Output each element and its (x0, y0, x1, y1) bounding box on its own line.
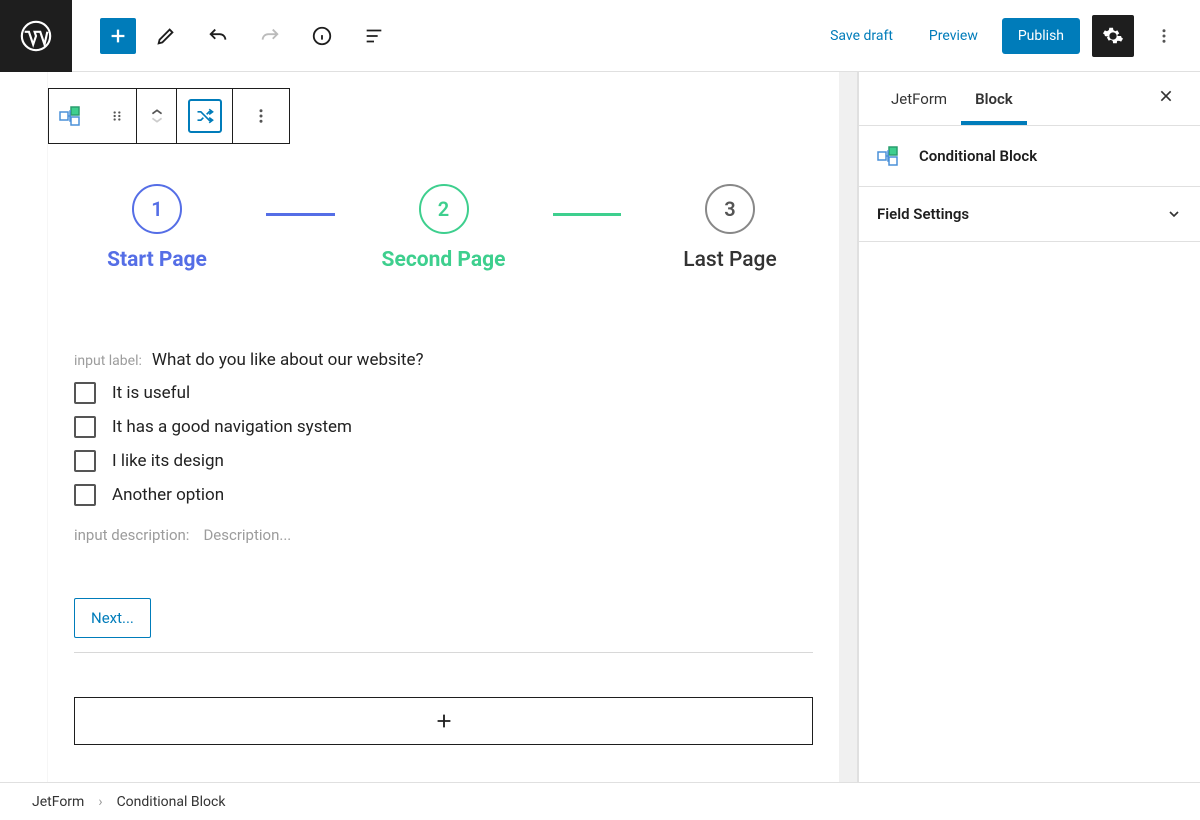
block-move-controls[interactable] (97, 89, 137, 143)
editor-canvas: 1 Start Page 2 Second Page 3 Last Page i… (48, 72, 839, 782)
form-block: input label: What do you like about our … (48, 296, 839, 697)
checkbox-label: I like its design (112, 451, 224, 471)
input-description-row: input description: Description... (74, 526, 813, 544)
more-options-button[interactable] (1146, 15, 1182, 57)
checkbox-icon[interactable] (74, 416, 96, 438)
close-sidebar-button[interactable] (1150, 80, 1182, 117)
redo-button[interactable] (248, 14, 292, 58)
save-draft-button[interactable]: Save draft (818, 20, 905, 52)
checkbox-icon[interactable] (74, 382, 96, 404)
sidebar-tabs: JetForm Block (859, 72, 1200, 126)
step-1-number: 1 (132, 184, 182, 234)
tab-jetform[interactable]: JetForm (877, 72, 961, 125)
sidebar-block-header: Conditional Block (859, 126, 1200, 187)
checkbox-icon[interactable] (74, 450, 96, 472)
step-2-label: Second Page (382, 248, 506, 272)
block-toolbar (48, 88, 290, 144)
canvas-wrap: 1 Start Page 2 Second Page 3 Last Page i… (0, 72, 858, 782)
checkbox-icon[interactable] (74, 484, 96, 506)
info-button[interactable] (300, 14, 344, 58)
input-label-row: input label: What do you like about our … (74, 350, 813, 370)
breadcrumb-current: Conditional Block (117, 794, 226, 810)
step-2-number: 2 (419, 184, 469, 234)
checkbox-option-1[interactable]: It is useful (74, 382, 813, 404)
checkbox-option-4[interactable]: Another option (74, 484, 813, 506)
block-more-button[interactable] (233, 89, 289, 143)
step-2: 2 Second Page (349, 184, 539, 272)
undo-button[interactable] (196, 14, 240, 58)
topbar-left (72, 14, 396, 58)
breadcrumb-root[interactable]: JetForm (32, 794, 84, 810)
settings-button[interactable] (1092, 15, 1134, 57)
connector-2 (553, 213, 622, 216)
preview-button[interactable]: Preview (917, 20, 990, 52)
checkbox-option-2[interactable]: It has a good navigation system (74, 416, 813, 438)
settings-sidebar: JetForm Block Conditional Block Field Se… (858, 72, 1200, 782)
add-block-button[interactable] (100, 18, 136, 54)
chevron-down-icon (1166, 206, 1182, 222)
checkbox-label: It is useful (112, 383, 190, 403)
conditional-block-icon (877, 146, 905, 166)
field-settings-panel[interactable]: Field Settings (859, 187, 1200, 242)
block-shuffle-button[interactable] (177, 89, 233, 143)
step-3-label: Last Page (683, 248, 776, 272)
wordpress-logo[interactable] (0, 0, 72, 72)
checkbox-label: Another option (112, 485, 224, 505)
shuffle-icon (188, 99, 222, 133)
input-desc-hint: input description: (74, 526, 189, 544)
sidebar-block-title: Conditional Block (919, 147, 1037, 165)
step-1: 1 Start Page (62, 184, 252, 272)
breadcrumb: JetForm › Conditional Block (0, 782, 1200, 820)
main-area: 1 Start Page 2 Second Page 3 Last Page i… (0, 72, 1200, 782)
connector-1 (266, 213, 335, 216)
block-up-down[interactable] (137, 89, 177, 143)
field-settings-label: Field Settings (877, 205, 969, 223)
edit-mode-button[interactable] (144, 14, 188, 58)
chevron-right-icon: › (98, 794, 102, 810)
step-3-number: 3 (705, 184, 755, 234)
block-type-icon[interactable] (49, 89, 97, 143)
checkbox-label: It has a good navigation system (112, 417, 352, 437)
publish-button[interactable]: Publish (1002, 18, 1080, 54)
next-button[interactable]: Next... (74, 598, 151, 638)
outline-button[interactable] (352, 14, 396, 58)
input-label-value[interactable]: What do you like about our website? (152, 350, 424, 370)
input-label-hint: input label: (74, 353, 142, 369)
topbar: Save draft Preview Publish (0, 0, 1200, 72)
divider (74, 652, 813, 653)
step-1-label: Start Page (107, 248, 207, 272)
checkbox-option-3[interactable]: I like its design (74, 450, 813, 472)
add-block-placeholder[interactable] (74, 697, 813, 745)
topbar-right: Save draft Preview Publish (818, 15, 1200, 57)
input-desc-value[interactable]: Description... (203, 526, 291, 544)
tab-block[interactable]: Block (961, 72, 1027, 125)
step-3: 3 Last Page (635, 184, 825, 272)
